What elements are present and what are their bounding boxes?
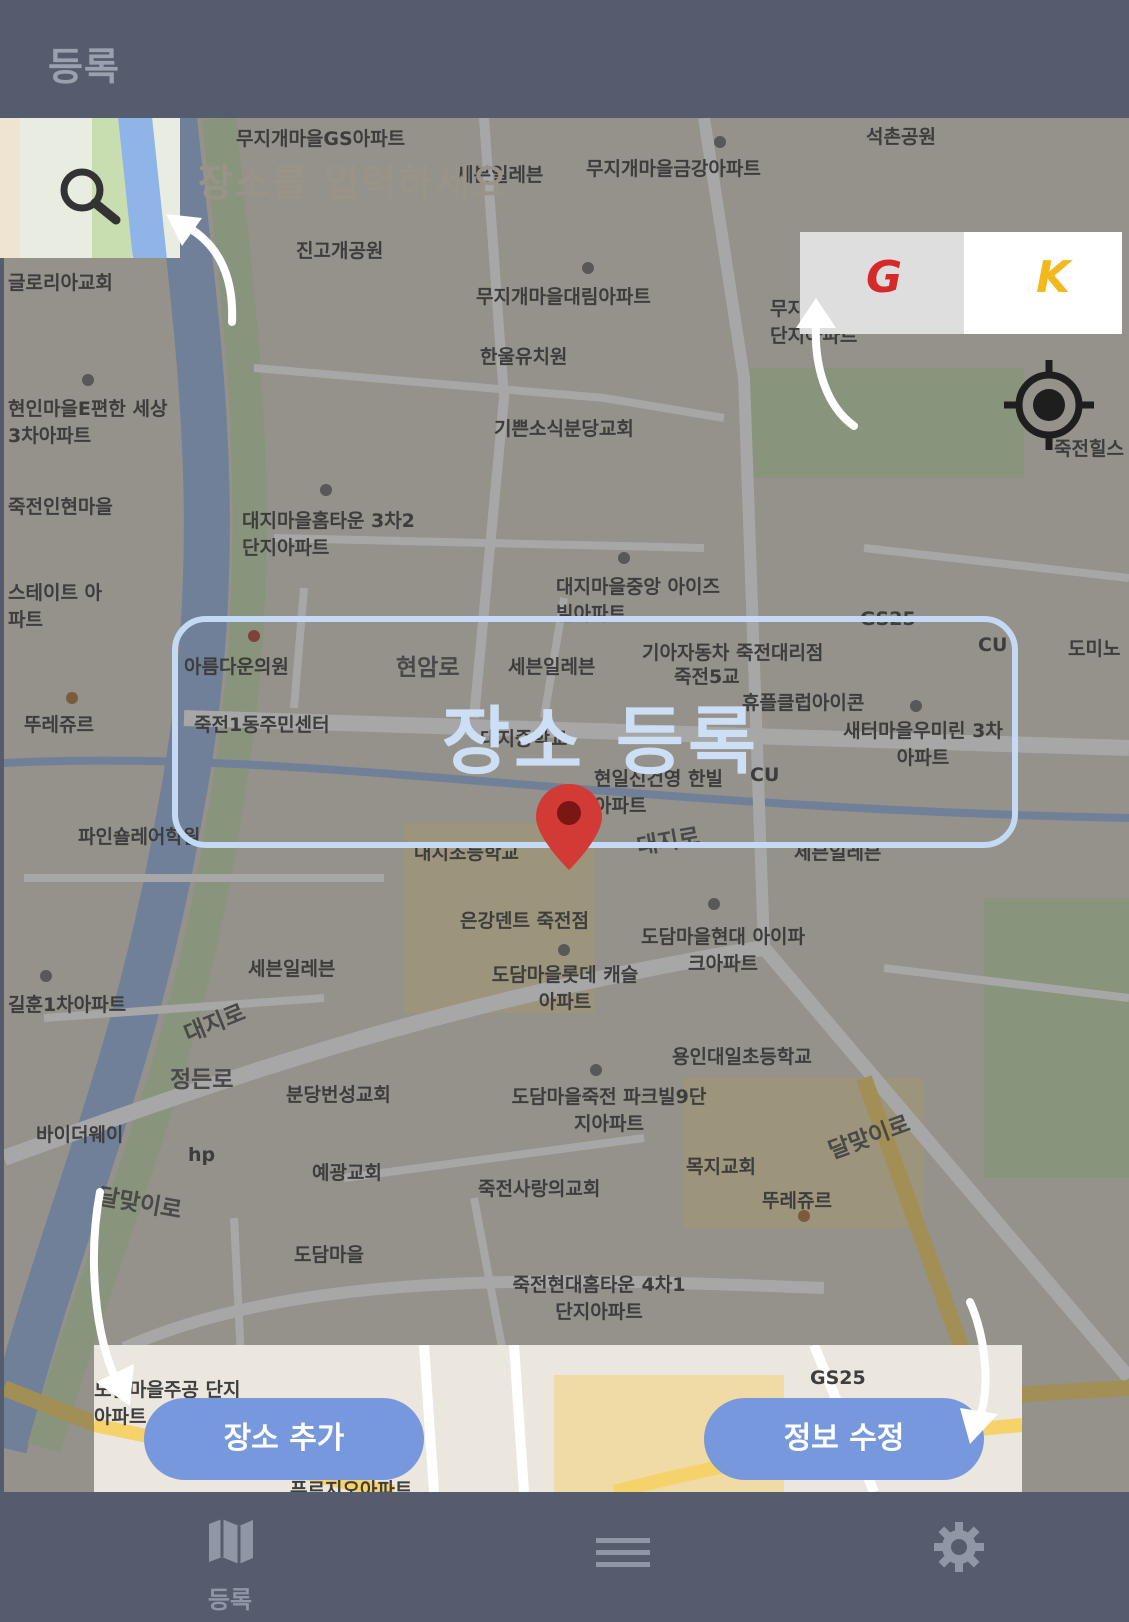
map-label: 정든로: [170, 1067, 234, 1093]
map-label: 죽전현대홈타운 4차1단지아파트: [512, 1274, 686, 1323]
current-location-icon[interactable]: [1002, 358, 1096, 452]
register-place-label: 장소 등록: [441, 699, 761, 785]
map-label: 무지개마을대림아파트: [476, 286, 651, 308]
map-poi: [82, 374, 94, 386]
map-label: 진고개공원: [296, 240, 384, 262]
location-pin-icon: [536, 784, 602, 870]
map-label: 목지교회: [686, 1156, 756, 1178]
map-label: 은강덴트 죽전점: [460, 910, 589, 932]
search-button-area[interactable]: [0, 118, 180, 258]
map-poi: [320, 484, 332, 496]
app-header: 등록: [0, 0, 1129, 118]
settings-gear-icon[interactable]: [932, 1520, 986, 1574]
map-icon: [209, 1519, 253, 1564]
map-label: 대지마을홈타운 3차2단지아파트: [242, 510, 415, 559]
edit-info-button[interactable]: 정보 수정: [704, 1398, 984, 1480]
map-poi: [66, 692, 78, 704]
map-label: 뚜레쥬르: [762, 1190, 832, 1212]
map-label: 한울유치원: [480, 346, 568, 368]
map-label: 분당번성교회: [286, 1084, 391, 1106]
map-label: GS25: [810, 1367, 866, 1389]
map-label: 바이더웨이: [36, 1124, 124, 1146]
map-label: 도담마을현대 아이파크아파트: [641, 926, 805, 975]
map-poi: [618, 552, 630, 564]
map-label: 죽전사랑의교회: [478, 1178, 601, 1200]
map-label: 도미노: [1068, 638, 1121, 660]
add-place-button[interactable]: 장소 추가: [144, 1398, 424, 1480]
tab-register-label: 등록: [207, 1586, 253, 1614]
map-poi: [590, 1064, 602, 1076]
map-block: [0, 118, 20, 258]
map-label: 무지개마을GS아파트: [236, 128, 406, 150]
map-label: 기쁜소식분당교회: [494, 418, 634, 440]
map-poi: [40, 970, 52, 982]
bottom-tab-bar: 등록: [0, 1492, 1129, 1622]
map-label: 세븐일레븐: [248, 958, 336, 980]
kakao-label[interactable]: K: [1036, 252, 1070, 303]
map-poi: [798, 1210, 810, 1222]
map-label: 용인대일초등학교: [672, 1046, 812, 1068]
map-label: 도담마을롯데 캐슬아파트: [491, 964, 639, 1013]
map-label: 도담마을죽전 파크빌9단지아파트: [511, 1086, 707, 1135]
map-poi: [708, 898, 720, 910]
menu-icon[interactable]: [596, 1536, 650, 1570]
map-poi: [582, 262, 594, 274]
map-label: 글로리아교회: [8, 272, 113, 294]
map-label: 길훈1차아파트: [8, 994, 127, 1016]
tab-register[interactable]: 등록: [190, 1492, 270, 1622]
map-label: 무지개마을금강아파트: [586, 158, 761, 180]
map-label: 현인마을E편한 세상3차아파트: [8, 398, 168, 447]
map-label: 석촌공원: [866, 126, 936, 148]
search-placeholder: 장소를 입력하세요: [198, 161, 509, 205]
map-label: 죽전인현마을: [8, 496, 113, 518]
map-poi: [558, 944, 570, 956]
page-title: 등록: [48, 45, 120, 89]
map-label: 예광교회: [312, 1162, 382, 1184]
map-label: 스테이트 아파트: [8, 582, 103, 631]
google-label: G: [866, 252, 903, 303]
map-poi: [714, 136, 726, 148]
map-provider-toggle[interactable]: G K: [800, 232, 1122, 334]
map-label: hp: [188, 1144, 216, 1166]
map-label: 도담마을: [294, 1244, 364, 1266]
search-icon[interactable]: [54, 162, 124, 232]
map-label: 뚜레쥬르: [24, 714, 94, 736]
